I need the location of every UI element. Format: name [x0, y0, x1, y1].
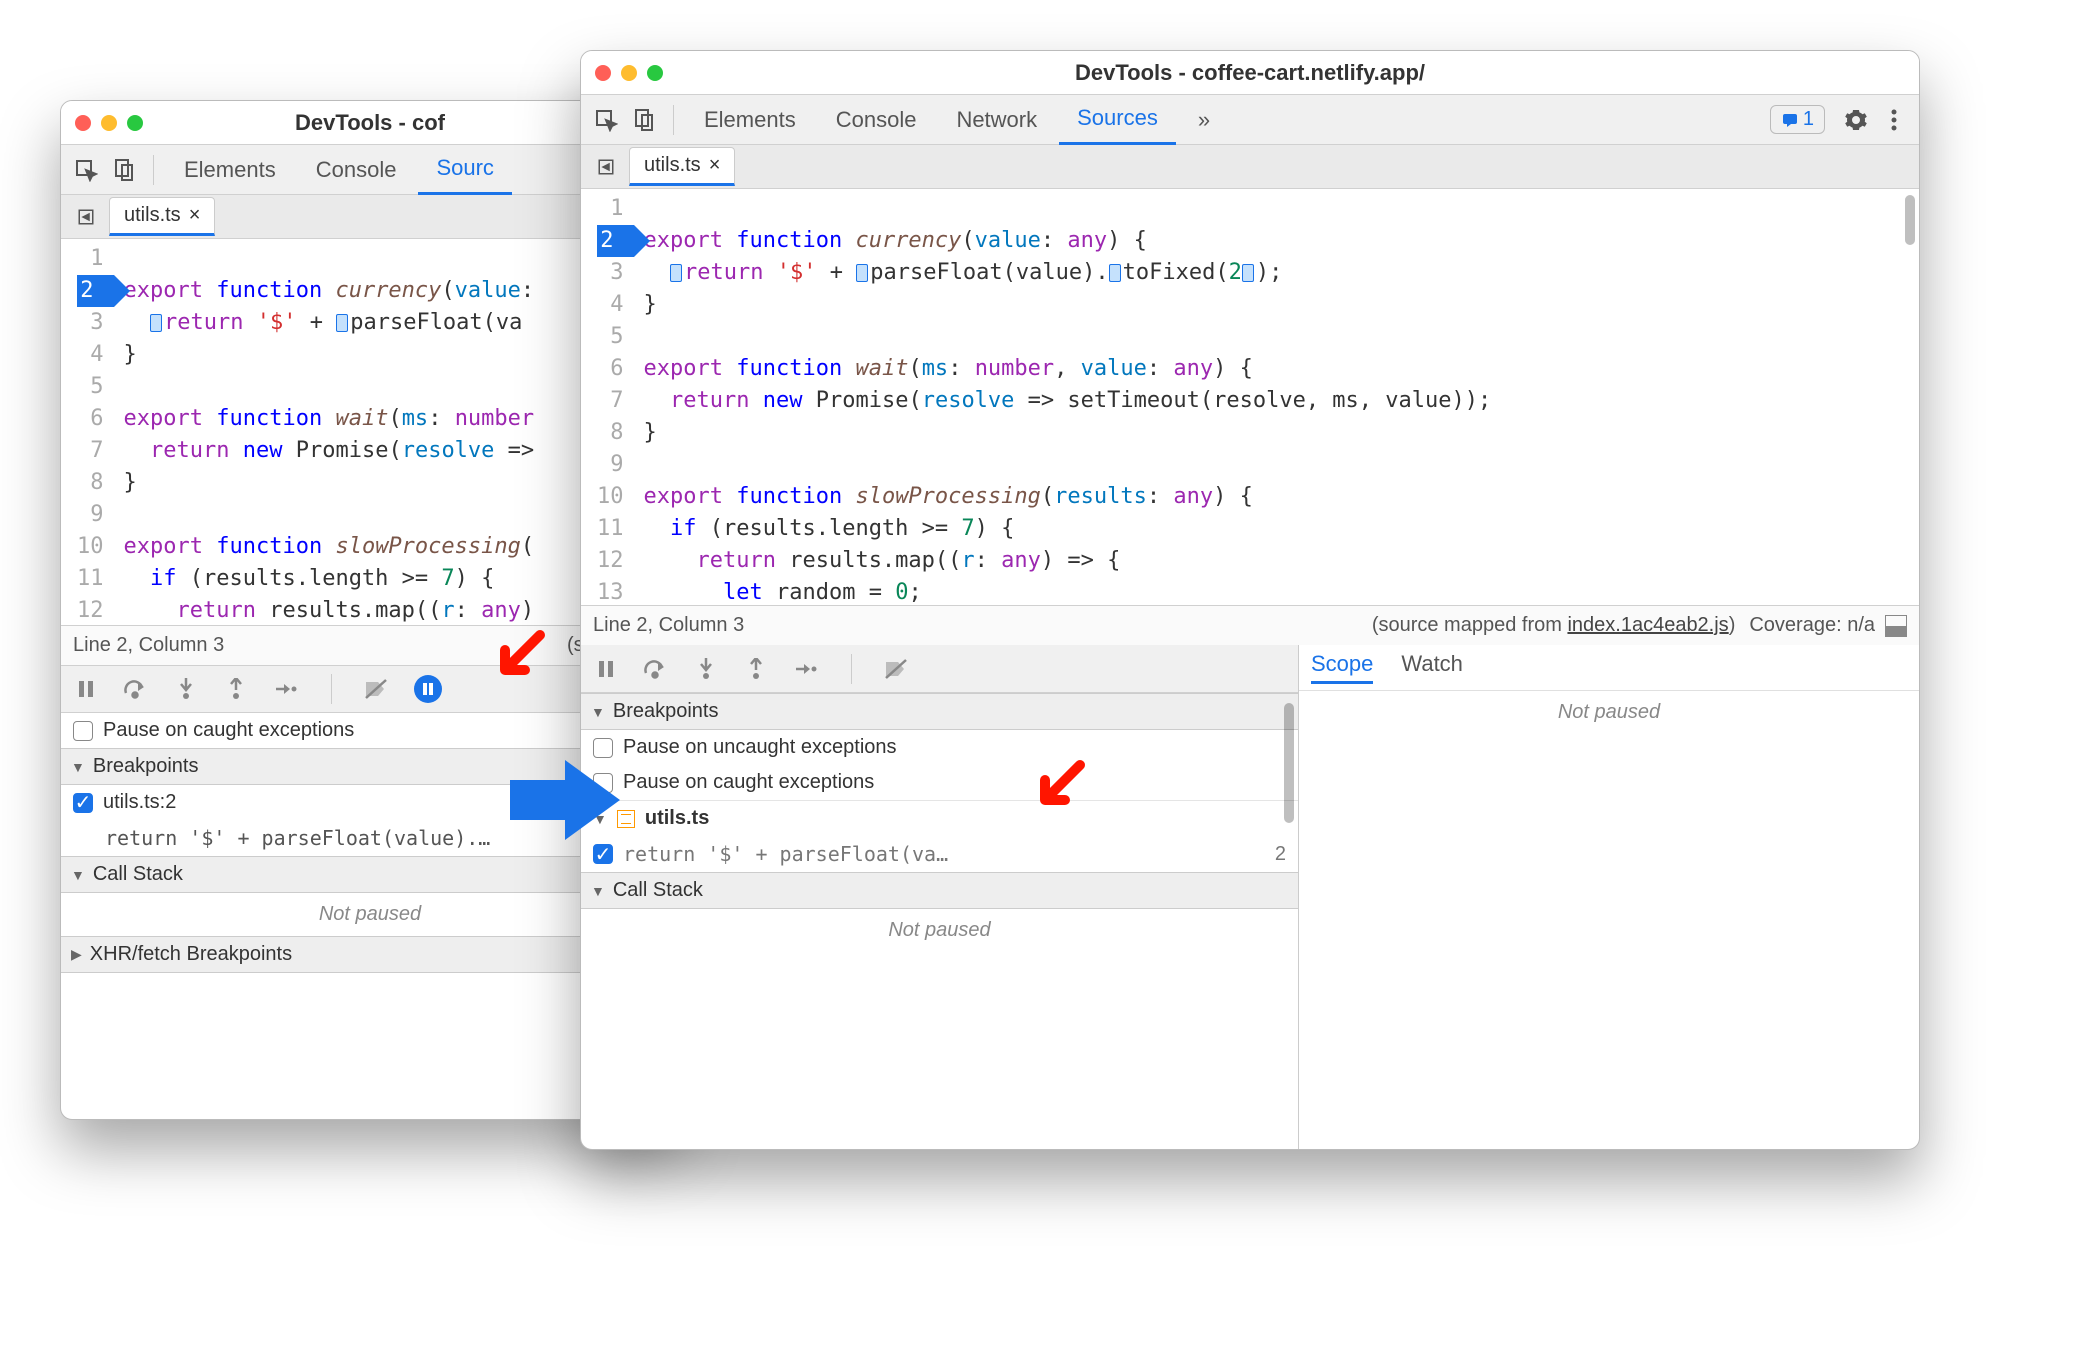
code-editor[interactable]: 1 2 3 4 5 6 7 8 9 10 11 12 13 export fun… — [581, 189, 1919, 605]
breakpoint-marker[interactable]: 2 — [77, 275, 114, 307]
annotation-red-arrow — [490, 625, 550, 685]
step-out-icon[interactable] — [223, 676, 249, 702]
tab-elements[interactable]: Elements — [166, 145, 294, 195]
tab-console[interactable]: Console — [298, 145, 415, 195]
triangle-down-icon: ▼ — [71, 759, 85, 775]
pause-caught-row[interactable]: Pause on caught exceptions — [581, 765, 1298, 800]
inspect-icon[interactable] — [589, 103, 623, 137]
gear-icon[interactable] — [1839, 103, 1873, 137]
tab-network[interactable]: Network — [938, 95, 1055, 145]
source-map-link[interactable]: index.1ac4eab2.js — [1567, 614, 1728, 636]
devtools-toolbar: Elements Console Network Sources » 1 — [581, 95, 1919, 145]
gutter[interactable]: 1 2 3 4 5 6 7 8 9 10 11 12 13 — [581, 189, 634, 605]
breakpoint-item[interactable]: ✓return '$' + parseFloat(va…2 — [581, 836, 1298, 872]
device-icon[interactable] — [107, 153, 141, 187]
titlebar: DevTools - coffee-cart.netlify.app/ — [581, 51, 1919, 95]
inline-breakpoint-icon[interactable] — [1242, 264, 1254, 282]
navigator-icon[interactable] — [589, 150, 623, 184]
tab-watch[interactable]: Watch — [1401, 651, 1463, 684]
scope-panel: Scope Watch Not paused — [1299, 645, 1919, 1149]
debugger-toolbar — [581, 645, 1298, 693]
not-paused-label: Not paused — [581, 909, 1298, 952]
inline-breakpoint-icon[interactable] — [670, 264, 682, 282]
breakpoints-header[interactable]: ▼Breakpoints — [581, 693, 1298, 730]
checkbox-unchecked[interactable] — [73, 721, 93, 741]
tab-console[interactable]: Console — [818, 95, 935, 145]
inline-breakpoint-icon[interactable] — [150, 314, 162, 332]
cursor-position: Line 2, Column 3 — [593, 614, 744, 637]
annotation-red-arrow — [1030, 755, 1090, 815]
close-tab-icon[interactable]: × — [189, 204, 201, 227]
deactivate-breakpoints-icon[interactable] — [884, 656, 910, 682]
issues-button[interactable]: 1 — [1770, 105, 1825, 134]
tab-overflow[interactable]: » — [1180, 95, 1228, 145]
coverage-label: Coverage: n/a — [1749, 614, 1875, 637]
close-tab-icon[interactable]: × — [709, 154, 721, 177]
close-icon[interactable] — [595, 65, 611, 81]
file-tabs: utils.ts × — [581, 145, 1919, 189]
device-icon[interactable] — [627, 103, 661, 137]
pause-on-exceptions-icon[interactable] — [414, 675, 442, 703]
step-into-icon[interactable] — [173, 676, 199, 702]
tab-sources[interactable]: Sources — [1059, 95, 1176, 145]
not-paused-label: Not paused — [1299, 691, 1919, 734]
step-over-icon[interactable] — [643, 656, 669, 682]
window-title: DevTools - cof — [295, 110, 445, 136]
maximize-icon[interactable] — [127, 115, 143, 131]
step-out-icon[interactable] — [743, 656, 769, 682]
checkbox-checked[interactable]: ✓ — [593, 844, 613, 864]
step-icon[interactable] — [273, 676, 299, 702]
inline-breakpoint-icon[interactable] — [1109, 264, 1121, 282]
tab-elements[interactable]: Elements — [686, 95, 814, 145]
devtools-window-right: DevTools - coffee-cart.netlify.app/ Elem… — [580, 50, 1920, 1150]
minimize-icon[interactable] — [101, 115, 117, 131]
inspect-icon[interactable] — [69, 153, 103, 187]
inline-breakpoint-icon[interactable] — [336, 314, 348, 332]
step-into-icon[interactable] — [693, 656, 719, 682]
filetab-utils[interactable]: utils.ts × — [109, 197, 215, 236]
annotation-blue-arrow — [510, 755, 620, 845]
breakpoint-file-name: utils.ts — [645, 807, 709, 830]
step-icon[interactable] — [793, 656, 819, 682]
scrollbar-thumb[interactable] — [1284, 703, 1294, 823]
callstack-header[interactable]: ▼Call Stack — [581, 872, 1298, 909]
step-over-icon[interactable] — [123, 676, 149, 702]
navigator-icon[interactable] — [69, 200, 103, 234]
gutter[interactable]: 1 2 3 4 5 6 7 8 9 10 11 12 13 — [61, 239, 114, 625]
triangle-down-icon: ▼ — [591, 883, 605, 899]
triangle-down-icon: ▼ — [71, 867, 85, 883]
minimize-icon[interactable] — [621, 65, 637, 81]
breakpoint-marker[interactable]: 2 — [597, 225, 634, 257]
window-title: DevTools - coffee-cart.netlify.app/ — [1075, 60, 1425, 86]
tab-scope[interactable]: Scope — [1311, 651, 1373, 684]
close-icon[interactable] — [75, 115, 91, 131]
code-area[interactable]: export function currency(value: any) { r… — [634, 189, 1502, 605]
deactivate-breakpoints-icon[interactable] — [364, 676, 390, 702]
cursor-position: Line 2, Column 3 — [73, 634, 224, 657]
filetab-label: utils.ts — [124, 204, 181, 227]
editor-status: Line 2, Column 3 (source mapped from ind… — [581, 605, 1919, 645]
pause-uncaught-row[interactable]: Pause on uncaught exceptions — [581, 730, 1298, 765]
pause-icon[interactable] — [593, 656, 619, 682]
code-area[interactable]: export function currency(value: return '… — [114, 239, 545, 625]
checkbox-checked[interactable]: ✓ — [73, 793, 93, 813]
tab-sources[interactable]: Sourc — [418, 145, 511, 195]
pause-icon[interactable] — [73, 676, 99, 702]
scrollbar-thumb[interactable] — [1905, 195, 1915, 245]
more-icon[interactable] — [1877, 103, 1911, 137]
maximize-icon[interactable] — [647, 65, 663, 81]
breakpoint-file-row[interactable]: ▼utils.ts — [581, 800, 1298, 836]
filetab-utils[interactable]: utils.ts × — [629, 147, 735, 186]
triangle-right-icon: ▶ — [71, 946, 82, 963]
inline-breakpoint-icon[interactable] — [856, 264, 868, 282]
triangle-down-icon: ▼ — [591, 704, 605, 720]
toggle-bottom-pane-icon[interactable] — [1885, 615, 1907, 637]
filetab-label: utils.ts — [644, 154, 701, 177]
